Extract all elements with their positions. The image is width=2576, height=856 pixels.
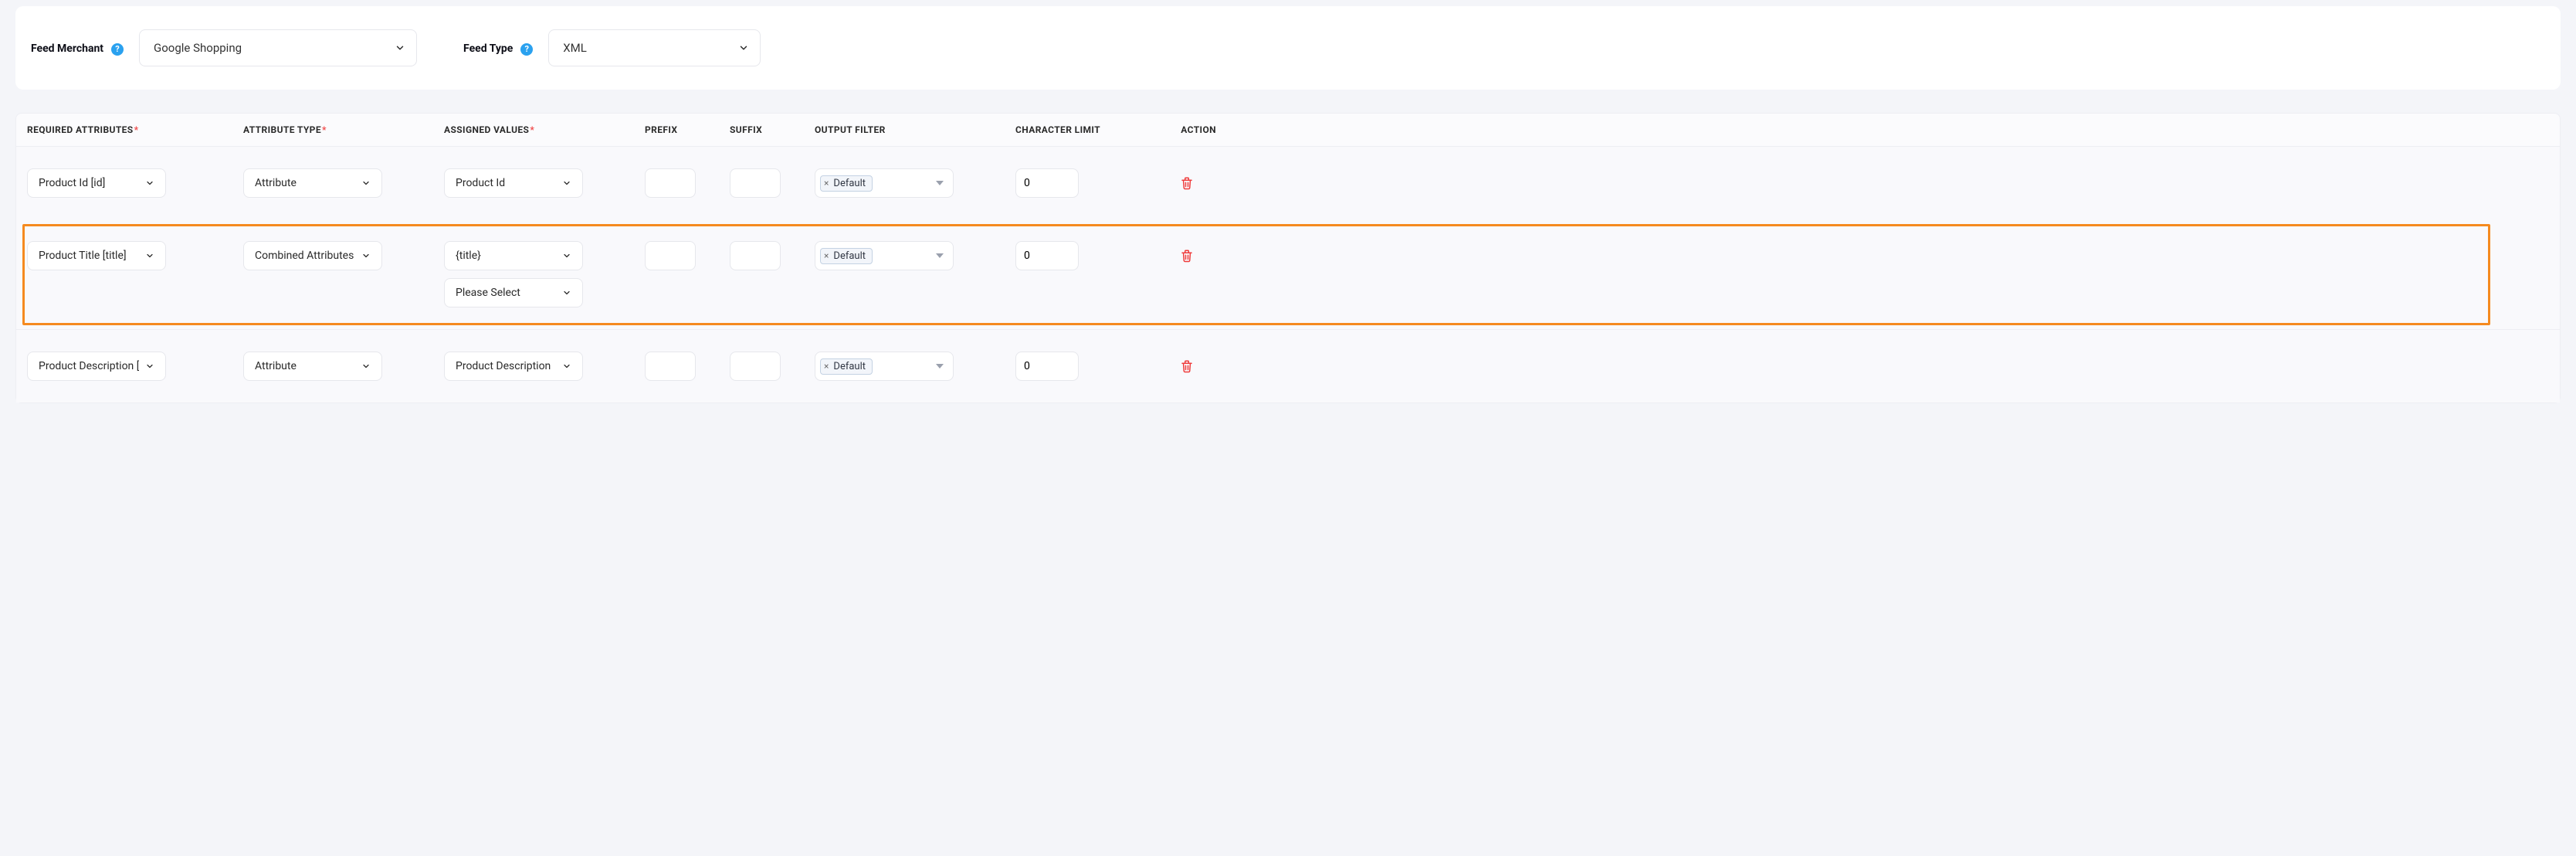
chevron-down-icon	[361, 178, 371, 188]
help-icon[interactable]: ?	[111, 43, 124, 56]
col-filter: OUTPUT FILTER	[815, 124, 1015, 135]
table-row: Product Id [id] Attribute Product Id × Defau…	[16, 147, 2560, 219]
remove-tag-icon[interactable]: ×	[824, 251, 829, 260]
assigned-extra-select[interactable]: Please Select	[444, 278, 583, 307]
suffix-input[interactable]	[730, 168, 781, 198]
attribute-type-value: Attribute	[255, 360, 297, 372]
delete-row-button[interactable]	[1170, 241, 1204, 270]
assigned-value: {title}	[456, 250, 481, 262]
character-limit-input[interactable]	[1015, 168, 1079, 198]
feed-type-select[interactable]: XML	[548, 29, 761, 66]
attribute-type-select[interactable]: Combined Attributes	[243, 241, 382, 270]
table-row: Product Description [description] Attribu…	[16, 330, 2560, 403]
assigned-value-select[interactable]: {title}	[444, 241, 583, 270]
character-limit-input[interactable]	[1015, 352, 1079, 381]
delete-row-button[interactable]	[1170, 168, 1204, 198]
assigned-extra-value: Please Select	[456, 287, 520, 299]
chevron-down-icon	[145, 362, 154, 371]
chevron-down-icon	[145, 178, 154, 188]
chevron-down-icon	[145, 251, 154, 260]
feed-merchant-field: Feed Merchant ? Google Shopping	[31, 29, 417, 66]
required-attribute-value: Product Title [title]	[39, 250, 127, 262]
feed-merchant-value: Google Shopping	[154, 41, 242, 55]
feed-type-label-text: Feed Type	[463, 42, 513, 55]
attribute-type-value: Combined Attributes	[255, 250, 354, 262]
col-assigned: ASSIGNED VALUES	[444, 124, 645, 135]
feed-type-value: XML	[563, 41, 587, 55]
attributes-table: REQUIRED ATTRIBUTES ATTRIBUTE TYPE ASSIG…	[15, 113, 2561, 403]
remove-tag-icon[interactable]: ×	[824, 178, 829, 188]
caret-down-icon	[936, 181, 944, 185]
feed-type-label: Feed Type ?	[463, 40, 533, 56]
remove-tag-icon[interactable]: ×	[824, 362, 829, 371]
feed-merchant-label: Feed Merchant ?	[31, 40, 124, 56]
assigned-value: Product Id	[456, 177, 505, 189]
chevron-down-icon	[562, 178, 571, 188]
required-attribute-select[interactable]: Product Id [id]	[27, 168, 166, 198]
assigned-value-select[interactable]: Product Id	[444, 168, 583, 198]
col-attr-type: ATTRIBUTE TYPE	[243, 124, 444, 135]
output-filter-tag-label: Default	[833, 178, 866, 189]
help-icon[interactable]: ?	[520, 43, 533, 56]
character-limit-input[interactable]	[1015, 241, 1079, 270]
feed-config-panel: Feed Merchant ? Google Shopping Feed Typ…	[15, 6, 2561, 90]
col-charlimit: CHARACTER LIMIT	[1015, 124, 1170, 135]
chevron-down-icon	[738, 42, 749, 53]
required-attribute-select[interactable]: Product Title [title]	[27, 241, 166, 270]
output-filter-tag: × Default	[820, 248, 873, 264]
suffix-input[interactable]	[730, 352, 781, 381]
feed-merchant-select[interactable]: Google Shopping	[139, 29, 417, 66]
required-attribute-select[interactable]: Product Description [description]	[27, 352, 166, 381]
col-suffix: SUFFIX	[730, 124, 815, 135]
output-filter-select[interactable]: × Default	[815, 168, 954, 198]
chevron-down-icon	[562, 362, 571, 371]
suffix-input[interactable]	[730, 241, 781, 270]
attribute-type-value: Attribute	[255, 177, 297, 189]
feed-type-field: Feed Type ? XML	[463, 29, 761, 66]
caret-down-icon	[936, 253, 944, 258]
required-attribute-value: Product Id [id]	[39, 177, 105, 189]
output-filter-select[interactable]: × Default	[815, 352, 954, 381]
assigned-value-select[interactable]: Product Description	[444, 352, 583, 381]
prefix-input[interactable]	[645, 352, 696, 381]
chevron-down-icon	[562, 288, 571, 297]
col-prefix: PREFIX	[645, 124, 730, 135]
chevron-down-icon	[395, 42, 405, 53]
output-filter-tag: × Default	[820, 358, 873, 375]
feed-merchant-label-text: Feed Merchant	[31, 42, 103, 55]
col-required: REQUIRED ATTRIBUTES	[27, 124, 243, 135]
chevron-down-icon	[361, 251, 371, 260]
attribute-type-select[interactable]: Attribute	[243, 352, 382, 381]
output-filter-tag-label: Default	[833, 361, 866, 372]
chevron-down-icon	[562, 251, 571, 260]
output-filter-select[interactable]: × Default	[815, 241, 954, 270]
table-header: REQUIRED ATTRIBUTES ATTRIBUTE TYPE ASSIG…	[16, 114, 2560, 147]
attribute-type-select[interactable]: Attribute	[243, 168, 382, 198]
col-action: ACTION	[1170, 124, 1216, 135]
output-filter-tag-label: Default	[833, 250, 866, 262]
required-attribute-value: Product Description [description]	[39, 360, 139, 372]
caret-down-icon	[936, 364, 944, 369]
table-row: Product Title [title] Combined Attributes…	[16, 219, 2560, 330]
chevron-down-icon	[361, 362, 371, 371]
prefix-input[interactable]	[645, 168, 696, 198]
assigned-value: Product Description	[456, 360, 551, 372]
output-filter-tag: × Default	[820, 175, 873, 192]
prefix-input[interactable]	[645, 241, 696, 270]
delete-row-button[interactable]	[1170, 352, 1204, 381]
